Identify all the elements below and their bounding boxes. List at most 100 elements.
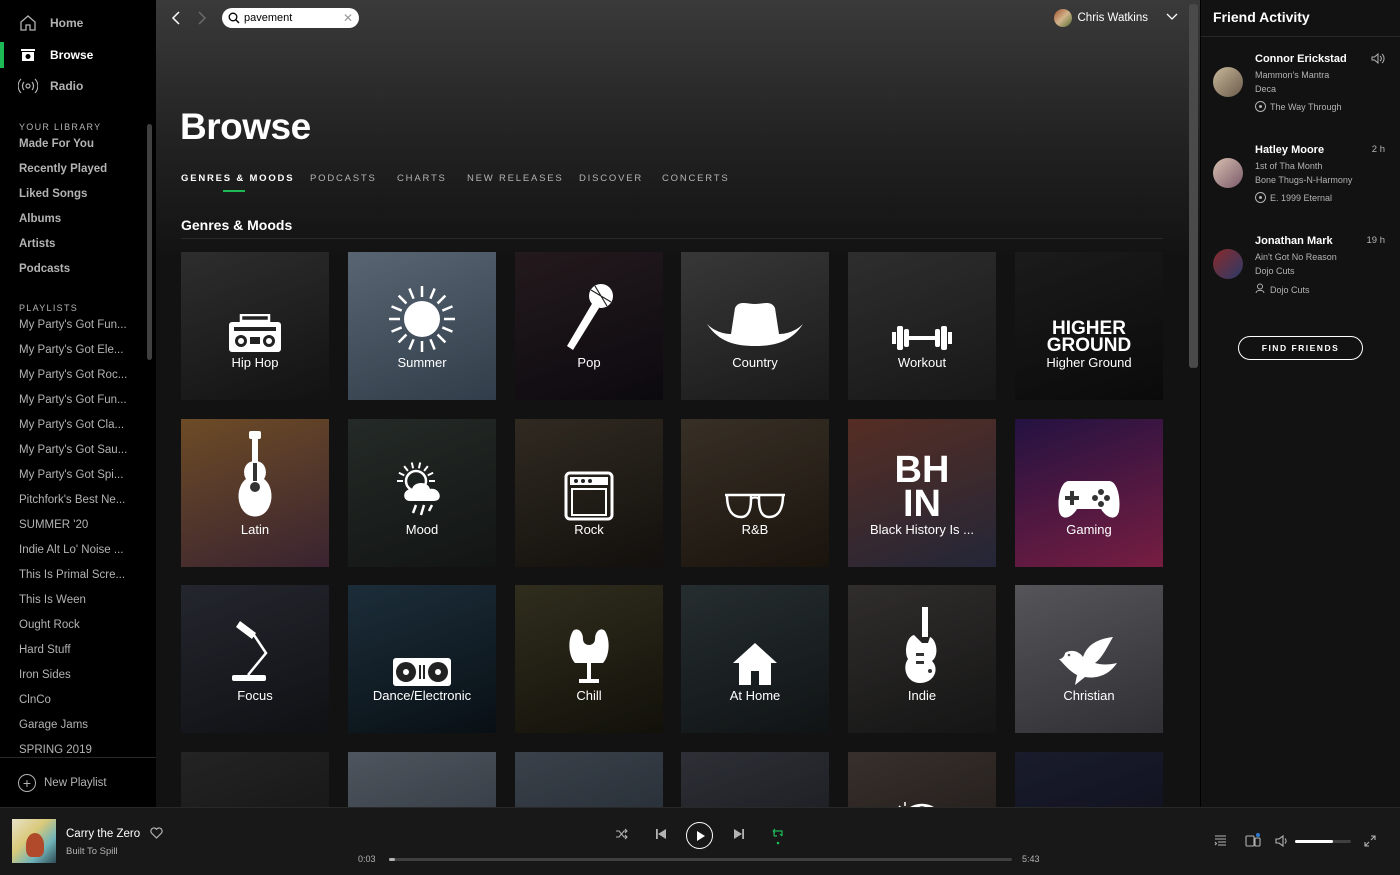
friend-context[interactable]: The Way Through bbox=[1255, 101, 1342, 112]
clear-search-icon[interactable]: ✕ bbox=[343, 11, 353, 25]
next-track-icon[interactable] bbox=[733, 828, 745, 840]
tab-item[interactable]: NEW RELEASES bbox=[467, 173, 564, 184]
nav-home[interactable]: Home bbox=[0, 8, 156, 38]
genre-tile[interactable]: Summer bbox=[348, 252, 496, 400]
friend-track[interactable]: Mammon's Mantra bbox=[1255, 70, 1329, 80]
genre-tile[interactable]: Chill bbox=[515, 585, 663, 733]
sidebar-scrollbar[interactable] bbox=[147, 124, 152, 360]
genre-tile[interactable]: Hip Hop bbox=[181, 252, 329, 400]
genre-tile[interactable] bbox=[1015, 752, 1163, 807]
genre-tile[interactable]: Latin bbox=[181, 419, 329, 567]
tab-item[interactable]: GENRES & MOODS bbox=[181, 173, 294, 184]
friend-artist[interactable]: Deca bbox=[1255, 84, 1276, 94]
genre-tile[interactable]: Dance/Electronic bbox=[348, 585, 496, 733]
playlist-item[interactable]: Garage Jams bbox=[19, 719, 144, 731]
playlist-item[interactable]: ClnCo bbox=[19, 694, 144, 706]
friend-avatar[interactable] bbox=[1213, 158, 1243, 188]
shuffle-icon[interactable] bbox=[615, 828, 629, 840]
friend-entry[interactable]: Hatley Moore 2 h 1st of Tha Month Bone Thug… bbox=[1201, 144, 1400, 224]
nav-radio[interactable]: Radio bbox=[0, 71, 156, 101]
playlist-item[interactable]: My Party's Got Roc... bbox=[19, 369, 144, 381]
playlist-item[interactable]: My Party's Got Cla... bbox=[19, 419, 144, 431]
playlist-item[interactable]: Ought Rock bbox=[19, 619, 144, 631]
genre-tile[interactable]: HIGHER GROUND Higher Ground bbox=[1015, 252, 1163, 400]
playlist-item[interactable]: My Party's Got Spi... bbox=[19, 469, 144, 481]
playlist-item[interactable]: This Is Primal Scre... bbox=[19, 569, 144, 581]
find-friends-button[interactable]: FIND FRIENDS bbox=[1238, 336, 1363, 360]
track-artist[interactable]: Built To Spill bbox=[66, 846, 118, 857]
search-input[interactable] bbox=[244, 12, 339, 24]
forward-button[interactable] bbox=[192, 8, 212, 28]
playlist-item[interactable]: My Party's Got Ele... bbox=[19, 344, 144, 356]
friend-entry[interactable]: Connor Erickstad Mammon's Mantra Deca The W… bbox=[1201, 52, 1400, 133]
playlist-item[interactable]: Pitchfork's Best Ne... bbox=[19, 494, 144, 506]
volume-slider[interactable] bbox=[1295, 840, 1351, 843]
tab-item[interactable]: DISCOVER bbox=[579, 173, 643, 184]
friends-scrollbar[interactable] bbox=[1189, 4, 1195, 368]
genre-tile[interactable]: Indie bbox=[848, 585, 996, 733]
queue-icon[interactable] bbox=[1214, 835, 1227, 846]
search-bar[interactable]: ✕ bbox=[222, 8, 359, 28]
playlist-item[interactable]: My Party's Got Fun... bbox=[19, 394, 144, 406]
genre-tile[interactable]: BH IN Black History Is ... bbox=[848, 419, 996, 567]
friend-context[interactable]: E. 1999 Eternal bbox=[1255, 192, 1332, 203]
new-playlist-button[interactable]: + New Playlist bbox=[0, 757, 156, 807]
back-button[interactable] bbox=[166, 8, 186, 28]
friend-name[interactable]: Jonathan Mark bbox=[1255, 235, 1333, 247]
genre-tile[interactable] bbox=[848, 752, 996, 807]
playlist-item[interactable]: Indie Alt Lo' Noise ... bbox=[19, 544, 144, 556]
playlist-item[interactable]: My Party's Got Sau... bbox=[19, 444, 144, 456]
genre-tile[interactable]: Christian bbox=[1015, 585, 1163, 733]
friend-name[interactable]: Connor Erickstad bbox=[1255, 53, 1347, 65]
tab-item[interactable]: CONCERTS bbox=[662, 173, 730, 184]
friend-avatar[interactable] bbox=[1213, 67, 1243, 97]
track-title[interactable]: Carry the Zero bbox=[66, 828, 140, 840]
volume-icon[interactable] bbox=[1275, 835, 1289, 847]
playlist-item[interactable]: Hard Stuff bbox=[19, 644, 144, 656]
genre-tile[interactable]: Rock bbox=[515, 419, 663, 567]
genre-tile[interactable]: Country bbox=[681, 252, 829, 400]
genre-tile[interactable]: Focus bbox=[181, 585, 329, 733]
previous-track-icon[interactable] bbox=[655, 828, 667, 840]
library-item[interactable]: Podcasts bbox=[19, 263, 70, 275]
playlist-item[interactable]: SPRING 2019 bbox=[19, 744, 144, 756]
genre-tile[interactable]: Mood bbox=[348, 419, 496, 567]
genre-tile[interactable]: Workout bbox=[848, 252, 996, 400]
progress-bar[interactable] bbox=[389, 858, 1012, 861]
playlist-item[interactable]: SUMMER '20 bbox=[19, 519, 144, 531]
genre-tile[interactable]: Gaming bbox=[1015, 419, 1163, 567]
play-button[interactable] bbox=[686, 822, 713, 849]
user-menu[interactable]: Chris Watkins bbox=[1053, 8, 1179, 28]
genre-tile[interactable]: Pop bbox=[515, 252, 663, 400]
repeat-icon[interactable] bbox=[771, 827, 785, 845]
playlist-item[interactable]: This Is Ween bbox=[19, 594, 144, 606]
library-item[interactable]: Albums bbox=[19, 213, 61, 225]
friend-artist[interactable]: Dojo Cuts bbox=[1255, 266, 1295, 276]
genre-tile[interactable]: At Home bbox=[681, 585, 829, 733]
genre-tile[interactable] bbox=[181, 752, 329, 807]
tab-item[interactable]: PODCASTS bbox=[310, 173, 377, 184]
genre-tile[interactable] bbox=[348, 752, 496, 807]
library-item[interactable]: Artists bbox=[19, 238, 55, 250]
genre-tile[interactable]: R&B bbox=[681, 419, 829, 567]
friend-entry[interactable]: Jonathan Mark 19 h Ain't Got No Reason Dojo… bbox=[1201, 235, 1400, 315]
friend-name[interactable]: Hatley Moore bbox=[1255, 144, 1324, 156]
heart-icon[interactable] bbox=[150, 826, 163, 844]
friend-avatar[interactable] bbox=[1213, 249, 1243, 279]
friend-track[interactable]: Ain't Got No Reason bbox=[1255, 252, 1337, 262]
tab-item[interactable]: CHARTS bbox=[397, 173, 447, 184]
library-item[interactable]: Liked Songs bbox=[19, 188, 87, 200]
library-item[interactable]: Made For You bbox=[19, 138, 94, 150]
genre-tile[interactable] bbox=[515, 752, 663, 807]
friend-context[interactable]: Dojo Cuts bbox=[1255, 283, 1310, 296]
genre-tile[interactable] bbox=[681, 752, 829, 807]
devices-icon[interactable] bbox=[1245, 833, 1261, 847]
friend-artist[interactable]: Bone Thugs-N-Harmony bbox=[1255, 175, 1352, 185]
playlist-item[interactable]: My Party's Got Fun... bbox=[19, 319, 144, 331]
album-cover[interactable] bbox=[12, 819, 56, 863]
playlist-item[interactable]: Iron Sides bbox=[19, 669, 144, 681]
nav-browse[interactable]: Browse bbox=[0, 40, 156, 70]
library-item[interactable]: Recently Played bbox=[19, 163, 107, 175]
friend-track[interactable]: 1st of Tha Month bbox=[1255, 161, 1322, 171]
fullscreen-icon[interactable] bbox=[1364, 835, 1376, 847]
